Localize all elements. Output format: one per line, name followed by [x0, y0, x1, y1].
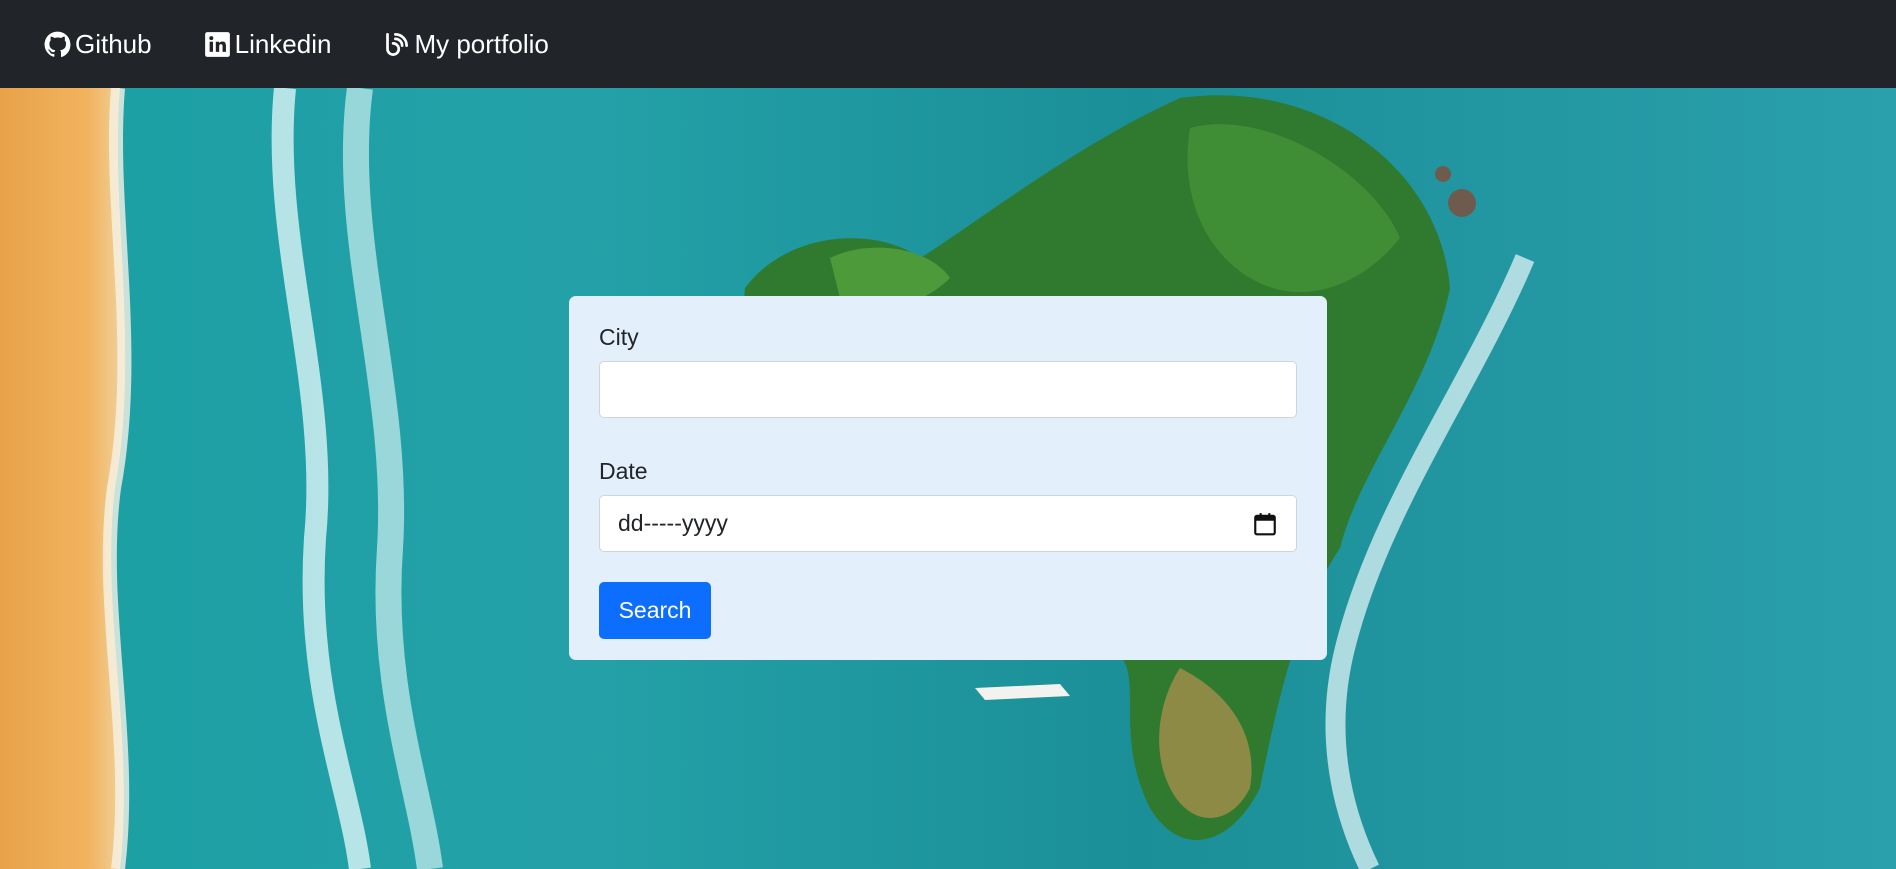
- city-label: City: [599, 324, 639, 350]
- blog-icon: [386, 32, 409, 56]
- date-input[interactable]: dd-----yyyy: [599, 495, 1297, 552]
- nav-link-label: My portfolio: [414, 28, 549, 59]
- linkedin-icon: [204, 31, 230, 57]
- calendar-icon[interactable]: [1252, 511, 1278, 537]
- date-input-value: dd-----yyyy: [618, 510, 728, 536]
- navbar: Github Linkedin My portfolio: [0, 0, 1896, 88]
- github-icon: [44, 31, 71, 57]
- nav-link-linkedin[interactable]: Linkedin: [204, 28, 332, 60]
- city-input[interactable]: [599, 361, 1297, 418]
- nav-link-label: Github: [75, 28, 152, 59]
- search-button[interactable]: Search: [599, 582, 711, 639]
- search-form-card: City Date dd-----yyyy Search: [569, 296, 1327, 660]
- nav-link-label: Linkedin: [234, 28, 332, 59]
- nav-link-portfolio[interactable]: My portfolio: [383, 28, 549, 60]
- nav-link-github[interactable]: Github: [44, 29, 152, 60]
- date-label: Date: [599, 458, 648, 484]
